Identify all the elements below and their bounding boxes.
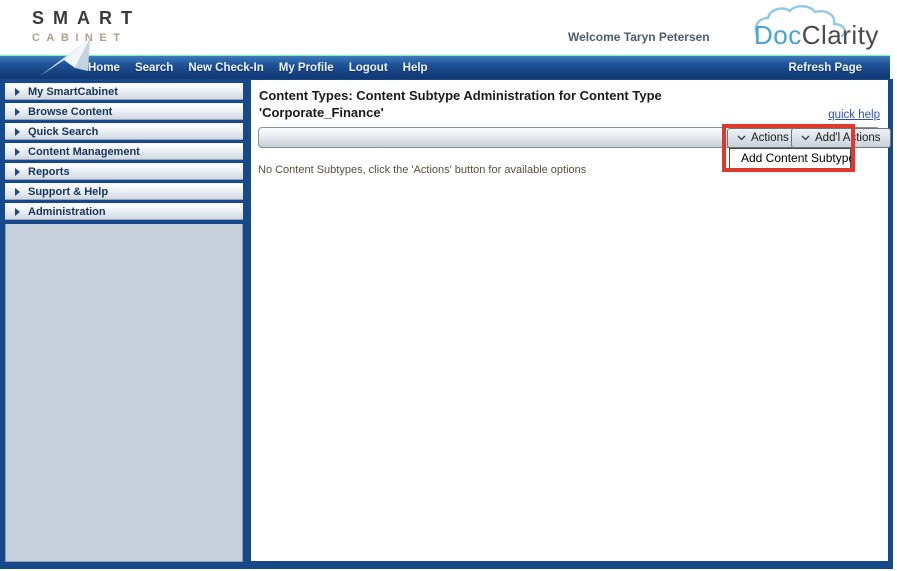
content-area: Content Types: Content Subtype Administr… <box>251 80 891 561</box>
page: SMART CABINET Welcome Taryn Petersen Doc… <box>0 0 897 571</box>
sidebar-item-label: My SmartCabinet <box>28 85 118 98</box>
logo-smart-text: SMART <box>32 8 141 28</box>
page-title-line2: 'Corporate_Finance' <box>259 105 384 120</box>
nav-item-my-profile[interactable]: My Profile <box>279 62 334 74</box>
page-title: Content Types: Content Subtype Administr… <box>259 87 662 121</box>
page-title-line1: Content Types: Content Subtype Administr… <box>259 88 662 103</box>
nav-item-logout[interactable]: Logout <box>349 62 388 74</box>
menu-item-add-content-subtype[interactable]: Add Content Subtype <box>730 149 855 168</box>
expand-arrow-icon <box>15 127 20 136</box>
expand-arrow-icon <box>15 207 20 216</box>
expand-arrow-icon <box>15 107 20 116</box>
actions-button[interactable]: Actions <box>727 128 799 148</box>
chevron-down-icon <box>737 135 746 141</box>
docclarity-logo: DocClarity <box>752 5 892 54</box>
expand-arrow-icon <box>15 87 20 96</box>
sidebar-item-content-management[interactable]: Content Management <box>5 143 243 160</box>
sidebar-item-label: Reports <box>28 165 70 178</box>
sidebar-item-reports[interactable]: Reports <box>5 163 243 180</box>
expand-arrow-icon <box>15 167 20 176</box>
sidebar-menu: My SmartCabinet Browse Content Quick Sea… <box>5 81 243 224</box>
sidebar-item-browse-content[interactable]: Browse Content <box>5 103 243 120</box>
sidebar-item-quick-search[interactable]: Quick Search <box>5 123 243 140</box>
nav-item-help[interactable]: Help <box>403 62 428 74</box>
sidebar-item-my-smartcabinet[interactable]: My SmartCabinet <box>5 83 243 100</box>
main-frame: My SmartCabinet Browse Content Quick Sea… <box>0 79 893 569</box>
paper-airplane-icon <box>40 38 90 76</box>
quick-help-link[interactable]: quick help <box>828 109 880 121</box>
sidebar-item-label: Administration <box>28 205 106 218</box>
actions-button-label: Actions <box>751 132 789 144</box>
brand-doc-text: Doc <box>754 20 802 50</box>
sidebar-item-support-help[interactable]: Support & Help <box>5 183 243 200</box>
top-navbar: Home Search New Check-In My Profile Logo… <box>0 55 890 79</box>
brand-clarity-text: Clarity <box>801 20 879 50</box>
sidebar: My SmartCabinet Browse Content Quick Sea… <box>5 81 243 562</box>
expand-arrow-icon <box>15 147 20 156</box>
brand-text: DocClarity <box>754 20 879 51</box>
sidebar-item-label: Browse Content <box>28 105 113 118</box>
nav-item-new-check-in[interactable]: New Check-In <box>188 62 263 74</box>
sidebar-item-administration[interactable]: Administration <box>5 203 243 220</box>
expand-arrow-icon <box>15 187 20 196</box>
empty-state-message: No Content Subtypes, click the 'Actions'… <box>258 164 587 176</box>
chevron-down-icon <box>801 135 810 141</box>
actions-menu: Add Content Subtype <box>729 148 855 169</box>
refresh-page-link[interactable]: Refresh Page <box>788 56 862 80</box>
sidebar-item-label: Support & Help <box>28 185 109 198</box>
header: SMART CABINET Welcome Taryn Petersen Doc… <box>0 0 897 55</box>
nav-item-search[interactable]: Search <box>135 62 173 74</box>
addl-actions-button-label: Add'l Actions <box>815 132 881 144</box>
welcome-message: Welcome Taryn Petersen <box>568 30 710 44</box>
addl-actions-button[interactable]: Add'l Actions <box>791 128 891 148</box>
sidebar-item-label: Content Management <box>28 145 140 158</box>
sidebar-item-label: Quick Search <box>28 125 99 138</box>
